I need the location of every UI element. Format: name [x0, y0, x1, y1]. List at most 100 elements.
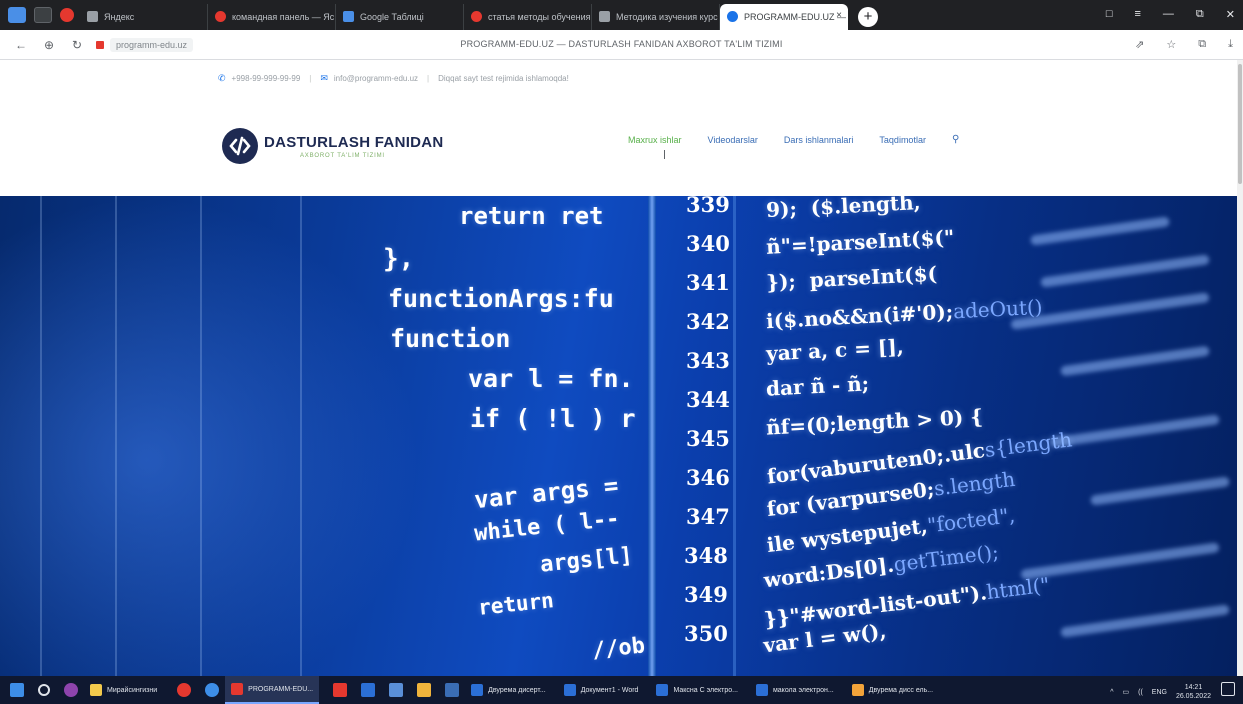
mail-icon: ✉ [320, 73, 328, 83]
tab-list: Яндекс командная панель — Яс Google Таблиц… [80, 4, 878, 30]
menu-item-taqdimotlar[interactable]: Taqdimotlar [879, 135, 926, 145]
hero-code-line: ñf=(0;length > 0) { [766, 404, 984, 439]
hero-code-line: var l = fn. [468, 364, 634, 393]
minimize-icon[interactable]: — [1163, 8, 1174, 21]
page-scrollbar[interactable] [1237, 60, 1243, 676]
code-text: dar ñ - ñ; [765, 371, 870, 401]
code-text: }); parseInt($( [765, 261, 938, 295]
hero-line-number: 347 [686, 504, 730, 529]
window-menu-icon[interactable] [8, 7, 26, 23]
hero-decor-line [115, 196, 117, 676]
hero-blur-code [1029, 216, 1171, 246]
taskbar-app[interactable]: Максна С электро... [650, 676, 744, 704]
tray-expand-icon[interactable]: ^ [1110, 689, 1113, 696]
window-snapshot-icon[interactable]: □ [1106, 8, 1113, 21]
taskbar-app-label: Максна С электро... [673, 686, 738, 694]
taskbar-app[interactable]: Мирайсингизни [84, 676, 163, 704]
maximize-icon[interactable]: ⧉ [1196, 8, 1204, 21]
volume-icon[interactable]: (( [1138, 689, 1143, 696]
tab-actions-icon[interactable] [34, 7, 52, 23]
app-icon [656, 684, 669, 696]
network-icon[interactable]: ▭ [1122, 688, 1129, 696]
hero-decor-line [40, 196, 42, 676]
hero-line-number: 350 [684, 621, 728, 646]
page-favicon-icon [599, 11, 610, 22]
contact-phone[interactable]: +998-99-999-99-99 [232, 74, 301, 83]
menu-item-maxrux-ishlar[interactable]: Maxrux ishlar [628, 135, 682, 159]
search-taskbar-icon[interactable] [38, 684, 50, 696]
start-icon[interactable] [10, 683, 24, 697]
windows-taskbar: Мирайсингизни PROGRAMM-EDU... Двурема дисе… [0, 676, 1243, 704]
menu-item-dars-ishlanmalari[interactable]: Dars ishlanmalari [784, 135, 854, 145]
browser-tab[interactable]: Яндекс [80, 4, 208, 30]
taskbar-pinned-icon[interactable] [333, 683, 348, 697]
taskbar-app[interactable]: Двурема дисс ель... [846, 676, 939, 704]
scrollbar-thumb[interactable] [1238, 64, 1242, 184]
tab-label: PROGRAMM-EDU.UZ — Д [744, 12, 848, 22]
code-text: ñf=(0;length > 0) { [765, 404, 984, 440]
hero-blur-code [1060, 345, 1210, 377]
site-favicon-icon [727, 11, 738, 22]
download-icon[interactable]: ⤓ [1228, 38, 1233, 51]
code-text: word:Ds[0]. [762, 552, 896, 593]
search-icon[interactable]: ⚲ [952, 134, 959, 145]
taskbar-app[interactable]: макола электрон... [750, 676, 840, 704]
clock-date: 26.05.2022 [1175, 693, 1211, 700]
site-logo[interactable]: DASTURLASH FANIDAN AXBOROT TA'LIM TIZIMI [222, 128, 444, 164]
separator: | [309, 74, 312, 83]
hero-code-line: if ( !l ) r [470, 404, 636, 433]
snapshot-icon[interactable]: ⧉ [1198, 38, 1206, 51]
hero-line-number: 344 [686, 387, 730, 412]
share-icon[interactable]: ⇗ [1135, 38, 1144, 51]
red-favicon-icon [215, 11, 226, 22]
code-text-faded: html(" [985, 572, 1051, 605]
hero-line-number: 349 [684, 582, 728, 607]
tab-label: Google Таблиці [360, 12, 424, 22]
app-icon [231, 683, 244, 695]
notifications-icon[interactable] [1221, 682, 1235, 696]
taskbar-pinned-icon[interactable] [205, 683, 220, 697]
window-menu-icon[interactable]: ≡ [1135, 8, 1141, 21]
app-icon [563, 684, 576, 696]
code-text-faded: s.length [932, 466, 1017, 501]
taskbar-pinned-icon[interactable] [177, 683, 192, 697]
hero-divider [733, 196, 736, 676]
taskbar-pinned-icon[interactable] [389, 683, 404, 697]
taskbar-app[interactable]: Двурема дисерт... [465, 676, 552, 704]
browser-tab[interactable]: Google Таблиці [336, 4, 464, 30]
browser-tab[interactable]: Методика изучения курс [592, 4, 720, 30]
app-icon [90, 684, 102, 696]
browser-tab[interactable]: PROGRAMM-EDU.UZ — Д × [720, 4, 848, 30]
hero-line-number: 339 [686, 196, 730, 217]
tab-label: Методика изучения курс [616, 12, 718, 22]
clock[interactable]: 14:21 26.05.2022 [1176, 683, 1211, 701]
new-tab-button[interactable]: + [858, 7, 878, 27]
taskbar-pinned-icon[interactable] [417, 683, 432, 697]
hero-line-number: 341 [686, 270, 730, 295]
hero-decor-line [200, 196, 202, 676]
code-text-faded: "focted", [925, 502, 1017, 538]
taskbar-app-label: Мирайсингизни [107, 686, 158, 694]
close-icon[interactable]: ✕ [1226, 8, 1235, 21]
hero-code-line: }); parseInt($( [765, 262, 937, 295]
clock-time: 14:21 [1184, 684, 1203, 691]
hero-code-line: }, [383, 244, 415, 274]
browser-tab[interactable]: статья методы обучения [464, 4, 592, 30]
hero-blur-code [1089, 476, 1231, 506]
hero-blur-code [1060, 604, 1230, 638]
app-icon[interactable] [64, 683, 78, 697]
browser-tab[interactable]: командная панель — Яс [208, 4, 336, 30]
tab-close-icon[interactable]: × [836, 10, 842, 21]
taskbar-app-label: макола электрон... [772, 686, 834, 694]
taskbar-app[interactable]: PROGRAMM-EDU... [225, 676, 320, 704]
taskbar-app[interactable]: Документ1 - Word [558, 676, 645, 704]
taskbar-pinned-icon[interactable] [445, 683, 460, 697]
code-text: 9); ($.length, [765, 196, 922, 223]
taskbar-pinned-icon[interactable] [361, 683, 376, 697]
contact-email[interactable]: info@programm-edu.uz [334, 74, 418, 83]
opera-icon[interactable] [60, 8, 74, 22]
menu-item-videodarslar[interactable]: Videodarslar [708, 135, 758, 145]
bookmark-star-icon[interactable]: ☆ [1166, 38, 1176, 51]
language-indicator[interactable]: ENG [1152, 689, 1167, 696]
hero-line-number: 346 [686, 465, 730, 490]
